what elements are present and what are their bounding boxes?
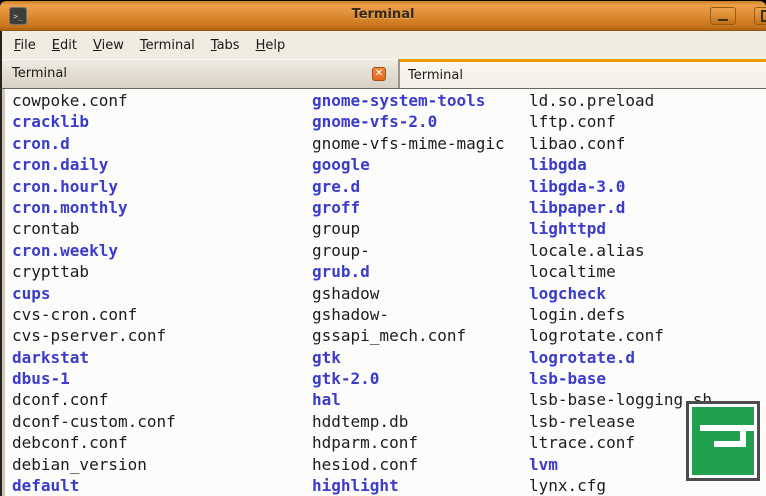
minimize-button[interactable]	[710, 7, 736, 25]
directory-entry: cron.d	[12, 133, 176, 154]
directory-entry: gtk	[312, 347, 505, 368]
terminal-window: >_ Terminal File Edit View Terminal Tabs…	[0, 0, 766, 496]
file-entry: dconf-custom.conf	[12, 411, 176, 432]
file-entry: libao.conf	[529, 133, 712, 154]
directory-entry: logcheck	[529, 283, 712, 304]
directory-entry: lvm	[529, 454, 712, 475]
directory-entry: default	[12, 475, 176, 496]
file-entry: gnome-vfs-mime-magic	[312, 133, 505, 154]
file-list-column-2: gnome-system-toolsgnome-vfs-2.0gnome-vfs…	[312, 90, 505, 496]
directory-entry: gnome-vfs-2.0	[312, 111, 505, 132]
menu-view[interactable]: View	[93, 38, 124, 53]
maximize-button[interactable]	[754, 7, 766, 25]
directory-entry: grub.d	[312, 261, 505, 282]
tab-close-icon[interactable]: ✕	[372, 67, 386, 81]
tab-bar: Terminal ✕ Terminal	[0, 59, 766, 89]
file-entry: lsb-base-logging.sh	[529, 389, 712, 410]
directory-entry: cron.daily	[12, 154, 176, 175]
file-entry: cowpoke.conf	[12, 90, 176, 111]
directory-entry: libgda	[529, 154, 712, 175]
directory-entry: cracklib	[12, 111, 176, 132]
file-entry: hddtemp.db	[312, 411, 505, 432]
file-list-column-3: ld.so.preloadlftp.conflibao.conflibgdali…	[529, 90, 712, 496]
directory-entry: cron.monthly	[12, 197, 176, 218]
file-entry: lynx.cfg	[529, 475, 712, 496]
file-entry: logrotate.conf	[529, 325, 712, 346]
menu-tabs[interactable]: Tabs	[211, 38, 240, 53]
directory-entry: cron.hourly	[12, 176, 176, 197]
title-bar: >_ Terminal	[0, 1, 766, 31]
directory-entry: logrotate.d	[529, 347, 712, 368]
window-title: Terminal	[0, 7, 766, 22]
directory-entry: darkstat	[12, 347, 176, 368]
file-entry: gssapi_mech.conf	[312, 325, 505, 346]
file-entry: locale.alias	[529, 240, 712, 261]
tab-terminal-1[interactable]: Terminal ✕	[2, 59, 400, 88]
directory-entry: hal	[312, 389, 505, 410]
directory-entry: groff	[312, 197, 505, 218]
directory-entry: gnome-system-tools	[312, 90, 505, 111]
file-entry: ltrace.conf	[529, 432, 712, 453]
file-entry: lsb-release	[529, 411, 712, 432]
directory-entry: libgda-3.0	[529, 176, 712, 197]
directory-entry: cron.weekly	[12, 240, 176, 261]
terminal-output-area[interactable]: cowpoke.confcracklibcron.dcron.dailycron…	[0, 89, 766, 496]
directory-entry: lsb-base	[529, 368, 712, 389]
file-entry: cvs-pserver.conf	[12, 325, 176, 346]
directory-entry: cups	[12, 283, 176, 304]
file-entry: debian_version	[12, 454, 176, 475]
file-entry: dconf.conf	[12, 389, 176, 410]
menu-file[interactable]: File	[14, 38, 36, 53]
file-entry: ld.so.preload	[529, 90, 712, 111]
file-entry: gshadow	[312, 283, 505, 304]
tab-terminal-2[interactable]: Terminal	[400, 59, 766, 88]
directory-entry: dbus-1	[12, 368, 176, 389]
directory-entry: gtk-2.0	[312, 368, 505, 389]
directory-entry: lighttpd	[529, 218, 712, 239]
file-entry: login.defs	[529, 304, 712, 325]
menu-terminal[interactable]: Terminal	[140, 38, 195, 53]
file-list-column-1: cowpoke.confcracklibcron.dcron.dailycron…	[12, 90, 176, 496]
file-entry: cvs-cron.conf	[12, 304, 176, 325]
menu-help[interactable]: Help	[256, 38, 286, 53]
file-entry: crypttab	[12, 261, 176, 282]
file-entry: gshadow-	[312, 304, 505, 325]
file-entry: group-	[312, 240, 505, 261]
file-entry: hdparm.conf	[312, 432, 505, 453]
tab-label: Terminal	[408, 68, 463, 83]
file-entry: crontab	[12, 218, 176, 239]
file-entry: debconf.conf	[12, 432, 176, 453]
file-entry: group	[312, 218, 505, 239]
menu-edit[interactable]: Edit	[52, 38, 77, 53]
menu-bar: File Edit View Terminal Tabs Help	[0, 31, 766, 59]
file-entry: localtime	[529, 261, 712, 282]
file-entry: lftp.conf	[529, 111, 712, 132]
file-entry: hesiod.conf	[312, 454, 505, 475]
tab-label: Terminal	[12, 66, 67, 81]
directory-entry: libpaper.d	[529, 197, 712, 218]
directory-entry: google	[312, 154, 505, 175]
directory-entry: highlight	[312, 475, 505, 496]
directory-entry: gre.d	[312, 176, 505, 197]
green-g-logo	[686, 401, 760, 481]
